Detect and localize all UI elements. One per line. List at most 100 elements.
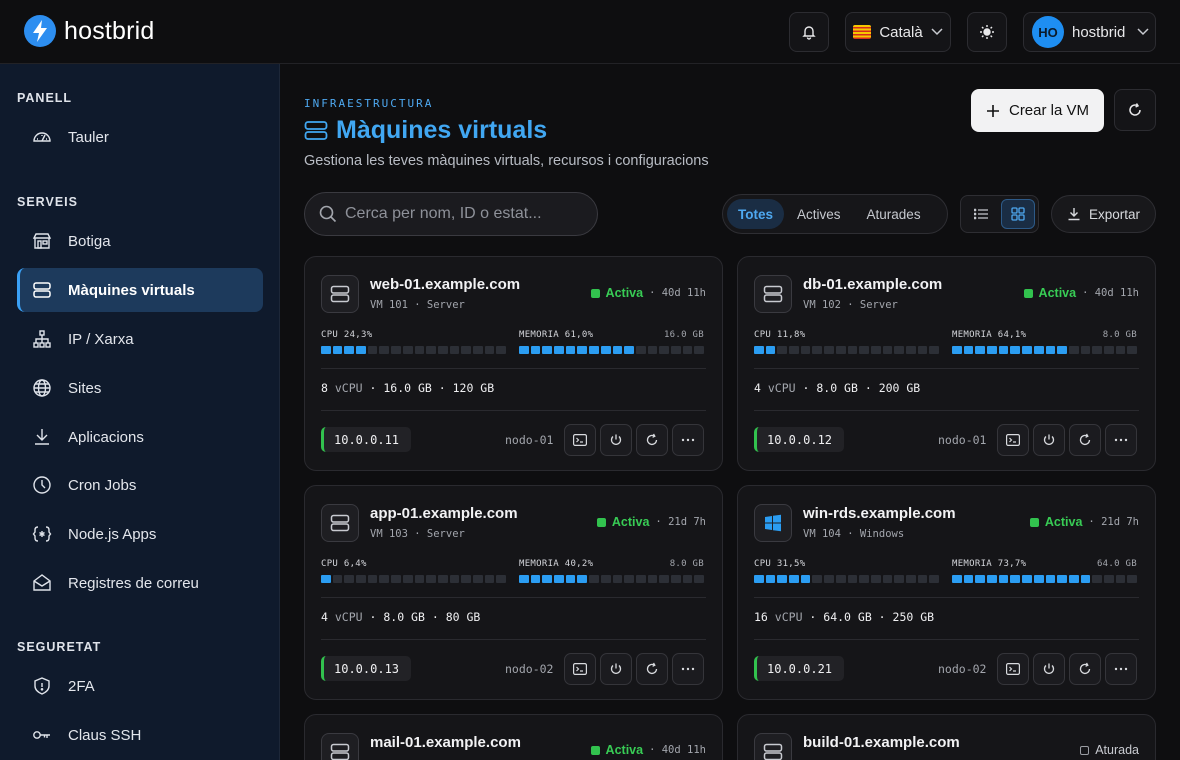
sidebar-item-ip-network[interactable]: IP / Xarxa [17, 317, 263, 361]
bar-segment [321, 346, 331, 354]
console-button[interactable] [564, 424, 596, 456]
bar-segment [1115, 575, 1126, 583]
status-badge: Activa · 40d 11h [590, 743, 706, 757]
bar-segment [847, 346, 858, 354]
bar-segment [859, 575, 869, 583]
bar-segment [437, 346, 448, 354]
vm-meta: VM 103 · Server [370, 528, 465, 540]
bar-segment [777, 346, 788, 354]
vm-hostname: web-01.example.com [370, 276, 521, 293]
bar-segment [565, 346, 576, 354]
more-options-button[interactable] [672, 653, 704, 685]
sidebar-item-nodejs-apps[interactable]: Node.js Apps [17, 512, 263, 556]
ip-address[interactable]: 10.0.0.11 [321, 427, 412, 452]
vm-hostname: db-01.example.com [803, 276, 943, 293]
mail-icon [32, 573, 52, 593]
refresh-button[interactable] [1114, 89, 1156, 131]
memory-bar [519, 346, 704, 354]
bar-segment [1045, 575, 1056, 583]
sidebar-item-botiga[interactable]: Botiga [17, 219, 263, 263]
sidebar-item-tauler[interactable]: Tauler [17, 115, 263, 159]
create-vm-button[interactable]: Crear la VM [971, 89, 1104, 132]
power-button[interactable] [600, 424, 632, 456]
grid-view-button[interactable] [1001, 199, 1035, 229]
bar-segment [870, 346, 881, 354]
memory-bar [952, 346, 1137, 354]
sidebar-item-virtual-machines[interactable]: Màquines virtuals [17, 268, 263, 312]
server-icon [32, 280, 52, 300]
list-view-button[interactable] [964, 199, 997, 229]
bar-segment [1022, 346, 1032, 354]
more-options-button[interactable] [672, 424, 704, 456]
bar-segment [344, 346, 355, 354]
vm-card[interactable]: build-01.example.com Aturada [737, 714, 1156, 760]
power-button[interactable] [1033, 653, 1065, 685]
ip-address[interactable]: 10.0.0.13 [321, 656, 412, 681]
tab-active[interactable]: Actives [784, 199, 854, 229]
vm-card[interactable]: app-01.example.com VM 103 · Server Activ… [304, 485, 723, 700]
sidebar-item-2fa[interactable]: 2FA [17, 664, 263, 708]
brand[interactable]: hostbrid [24, 15, 155, 47]
bar-segment [905, 575, 916, 583]
bar-segment [952, 575, 962, 583]
sidebar-item-label: Node.js Apps [68, 525, 157, 543]
chevron-down-icon [931, 28, 943, 36]
console-button[interactable] [997, 653, 1029, 685]
ip-address[interactable]: 10.0.0.12 [754, 427, 845, 452]
bar-segment [426, 346, 436, 354]
export-button[interactable]: Exportar [1051, 195, 1156, 233]
bar-segment [812, 575, 823, 583]
status-badge: Activa · 21d 7h [1029, 515, 1139, 529]
vm-card[interactable]: db-01.example.com VM 102 · Server Activa… [737, 256, 1156, 471]
sidebar-item-sites[interactable]: Sites [17, 366, 263, 410]
sidebar-item-mail-logs[interactable]: Registres de correu [17, 561, 263, 605]
server-icon [754, 733, 792, 760]
theme-toggle-button[interactable] [967, 12, 1007, 52]
terminal-icon [1006, 663, 1020, 675]
console-button[interactable] [997, 424, 1029, 456]
power-button[interactable] [600, 653, 632, 685]
console-button[interactable] [564, 653, 596, 685]
sidebar-item-cron-jobs[interactable]: Cron Jobs [17, 463, 263, 507]
search-input[interactable] [345, 205, 585, 223]
search-box[interactable] [304, 192, 598, 236]
restart-button[interactable] [1069, 653, 1101, 685]
tab-stopped[interactable]: Aturades [854, 199, 934, 229]
grid-icon [1011, 207, 1025, 221]
bar-segment [600, 575, 611, 583]
bell-icon [802, 26, 816, 40]
sidebar-item-ssh-keys[interactable]: Claus SSH [17, 713, 263, 757]
status-label: Activa [1038, 286, 1077, 300]
more-options-button[interactable] [1105, 653, 1137, 685]
vm-specs: 8 vCPU · 16.0 GB · 120 GB [321, 381, 495, 395]
vm-card[interactable]: win-rds.example.com VM 104 · Windows Act… [737, 485, 1156, 700]
ellipsis-icon [1114, 667, 1128, 671]
bar-segment [332, 575, 343, 583]
bar-segment [800, 346, 811, 354]
restart-button[interactable] [636, 653, 668, 685]
restart-button[interactable] [1069, 424, 1101, 456]
sidebar-section-title: SEGURETAT [17, 640, 102, 654]
vm-card[interactable]: web-01.example.com VM 101 · Server Activ… [304, 256, 723, 471]
more-options-button[interactable] [1105, 424, 1137, 456]
sidebar: PANELL Tauler SERVEIS Botiga Màquines vi… [0, 64, 280, 760]
power-button[interactable] [1033, 424, 1065, 456]
language-select[interactable]: Català [845, 12, 951, 52]
ip-address[interactable]: 10.0.0.21 [754, 656, 845, 681]
refresh-icon [646, 433, 658, 446]
vm-card[interactable]: mail-01.example.com Activa · 40d 11h [304, 714, 723, 760]
user-menu-button[interactable]: HO hostbrid [1023, 12, 1156, 52]
memory-usage: MEMORIA 64,1% 8.0 GB [952, 330, 1137, 354]
list-icon [973, 208, 988, 220]
bar-segment [554, 575, 564, 583]
sidebar-item-label: Registres de correu [68, 574, 199, 592]
bar-segment [824, 346, 834, 354]
notifications-button[interactable] [789, 12, 829, 52]
node-label: nodo-02 [938, 662, 987, 676]
tab-all[interactable]: Totes [727, 199, 785, 229]
restart-button[interactable] [636, 424, 668, 456]
bar-segment [1045, 346, 1056, 354]
bar-segment [647, 575, 658, 583]
sidebar-item-applications[interactable]: Aplicacions [17, 415, 263, 459]
bar-segment [1057, 346, 1067, 354]
